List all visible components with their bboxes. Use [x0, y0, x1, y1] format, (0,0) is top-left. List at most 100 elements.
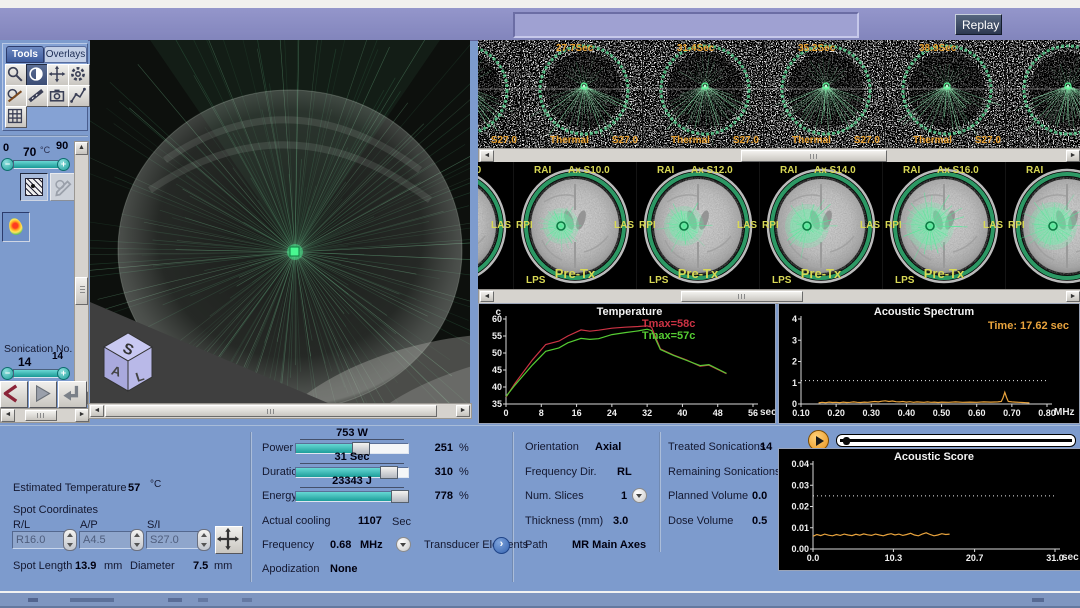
- orientation-cube-icon: S A L: [100, 331, 156, 393]
- contrast-icon: [27, 65, 45, 83]
- scrollbar-thumb[interactable]: [75, 277, 88, 305]
- si-coordinate-input[interactable]: S27.0: [146, 531, 199, 549]
- ap-coordinate-input[interactable]: A4.5: [79, 531, 132, 549]
- scrollbar-thumb[interactable]: [25, 410, 57, 421]
- dose-volume-value: 0.5: [752, 515, 767, 527]
- orientation-cube[interactable]: S A L: [100, 331, 156, 393]
- svg-text:16: 16: [572, 408, 582, 418]
- scroll-left-arrow[interactable]: ◄: [90, 405, 104, 417]
- svg-text:24: 24: [607, 408, 617, 418]
- mri-strip-scrollbar[interactable]: ◄ ►: [478, 289, 1080, 304]
- tool-ruler-button[interactable]: [26, 85, 48, 107]
- mri-slice-strip: RAI Ax S8.0 RPI LAS LPS Pre-Tx RAI Ax S1…: [478, 162, 1080, 289]
- thermal-image-frame[interactable]: 31.4Sec Thermal S27.0: [643, 40, 763, 148]
- temp-scale-increment-button[interactable]: +: [57, 158, 70, 171]
- slice-position-label: Ax S8.0: [478, 165, 481, 176]
- sidebar-divider: [0, 135, 88, 137]
- thermal-image-frame[interactable]: [1006, 40, 1080, 148]
- scrollbar-thumb[interactable]: [741, 150, 887, 162]
- mri-slice-frame[interactable]: RAI RPI: [1006, 162, 1080, 289]
- mri-slice-frame[interactable]: RAI Ax S12.0 RPI LAS LPS Pre-Tx: [637, 162, 759, 289]
- scroll-left-arrow[interactable]: ◄: [480, 291, 494, 302]
- sonication-slider[interactable]: [13, 369, 59, 378]
- frequency-value: 0.68: [330, 539, 351, 551]
- temp-scale-slider[interactable]: [13, 160, 59, 169]
- svg-text:0.0: 0.0: [807, 553, 820, 563]
- thermal-overlay-toggle-button[interactable]: [20, 173, 48, 201]
- tool-contrast-button[interactable]: [26, 64, 48, 86]
- left-orientation-label: RPI: [1008, 220, 1025, 231]
- scrollbar-thumb[interactable]: [105, 405, 437, 417]
- scroll-left-arrow[interactable]: ◄: [480, 150, 494, 162]
- thermal-image-frame[interactable]: S27.0: [478, 40, 521, 148]
- replay-timeline-slider[interactable]: [836, 434, 1076, 447]
- sonication-no-max: 14: [52, 351, 63, 362]
- svg-text:Time: 17.62 sec: Time: 17.62 sec: [988, 320, 1069, 332]
- previous-sonication-button[interactable]: [0, 381, 28, 408]
- svg-text:4: 4: [792, 314, 797, 324]
- percent-sign: %: [459, 442, 469, 454]
- thermal-spot-display-button[interactable]: [2, 212, 30, 242]
- tool-pan-button[interactable]: [47, 64, 69, 86]
- energy-slider[interactable]: [295, 491, 409, 502]
- sidebar-vertical-scrollbar[interactable]: ▲ ▼: [74, 141, 89, 405]
- thickness-label: Thickness (mm): [525, 515, 603, 527]
- mri-slice-frame[interactable]: RAI Ax S16.0 RPI LAS LPS Pre-Tx: [883, 162, 1005, 289]
- rl-spinner[interactable]: [63, 529, 77, 551]
- power-label: Power: [262, 442, 293, 454]
- thermal-image-frame[interactable]: 35.2Sec Thermal S27.0: [764, 40, 884, 148]
- pre-tx-label: Pre-Tx: [637, 266, 759, 281]
- tab-overlays[interactable]: Overlays: [44, 46, 87, 63]
- status-bar: [0, 591, 1080, 608]
- tool-polyline-button[interactable]: [68, 85, 90, 107]
- sidebar-horizontal-scrollbar[interactable]: ◄ ►: [0, 408, 90, 423]
- 3d-view-horizontal-scrollbar[interactable]: ◄ ►: [88, 403, 472, 419]
- mri-slice-frame[interactable]: RAI Ax S8.0 RPI LAS LPS Pre-Tx: [478, 162, 513, 289]
- timeline-handle[interactable]: [843, 437, 850, 445]
- dropdown-arrow-icon: [636, 494, 642, 498]
- tool-settings-button[interactable]: [68, 64, 90, 86]
- svg-text:sec: sec: [760, 407, 775, 418]
- sidebar: Tools Overlays: [0, 40, 88, 425]
- tool-zoom-button[interactable]: [5, 64, 27, 86]
- si-spinner[interactable]: [197, 529, 211, 551]
- message-field[interactable]: [513, 12, 859, 38]
- svg-text:MHz: MHz: [1054, 407, 1075, 418]
- svg-text:0.20: 0.20: [827, 408, 845, 418]
- thermal-image-frame[interactable]: 27.7Sec Thermal S27.0: [522, 40, 642, 148]
- energy-slider-thumb[interactable]: [391, 490, 409, 503]
- ap-spinner[interactable]: [130, 529, 144, 551]
- scroll-up-arrow[interactable]: ▲: [75, 142, 88, 155]
- scroll-right-arrow[interactable]: ►: [1066, 291, 1080, 302]
- scroll-left-arrow[interactable]: ◄: [1, 409, 15, 422]
- replay-button[interactable]: Replay: [955, 14, 1002, 35]
- apply-return-button[interactable]: [58, 381, 87, 408]
- scroll-right-arrow[interactable]: ►: [456, 405, 470, 417]
- thermal-image-frame[interactable]: 38.9Sec Thermal S27.0: [885, 40, 1005, 148]
- tab-tools[interactable]: Tools: [6, 46, 44, 63]
- tool-eraser-button[interactable]: [5, 85, 27, 107]
- temp-scale-max: 90: [56, 140, 68, 152]
- return-arrow-icon: [59, 382, 83, 405]
- rl-coordinate-input[interactable]: R16.0: [12, 531, 65, 549]
- tool-snapshot-button[interactable]: [47, 85, 69, 107]
- svg-text:10.3: 10.3: [885, 553, 903, 563]
- mri-slice-frame[interactable]: RAI Ax S14.0 RPI LAS LPS Pre-Tx: [760, 162, 882, 289]
- scroll-right-arrow[interactable]: ►: [1066, 150, 1080, 162]
- svg-text:3: 3: [792, 335, 797, 345]
- next-sonication-button[interactable]: [29, 381, 57, 408]
- diameter-unit: mm: [214, 560, 232, 572]
- acoustic-spectrum-panel: 0.100.200.300.400.500.600.700.8001234Aco…: [778, 303, 1080, 424]
- tool-grid-button[interactable]: [5, 106, 27, 128]
- scrollbar-thumb[interactable]: [681, 291, 803, 302]
- sonication-time-label: 35.2Sec: [798, 43, 835, 54]
- scroll-right-arrow[interactable]: ►: [75, 409, 89, 422]
- mri-slice-frame[interactable]: RAI Ax S10.0 RPI LAS LPS Pre-Tx: [514, 162, 636, 289]
- num-slices-dropdown-button[interactable]: [632, 488, 647, 503]
- 3d-treatment-view[interactable]: S A L: [90, 40, 470, 403]
- frequency-dropdown-button[interactable]: [396, 537, 411, 552]
- transducer-elements-button[interactable]: ›: [493, 537, 510, 554]
- sonication-increment-button[interactable]: +: [57, 367, 70, 380]
- move-spot-button[interactable]: [215, 526, 243, 554]
- svg-text:48: 48: [713, 408, 723, 418]
